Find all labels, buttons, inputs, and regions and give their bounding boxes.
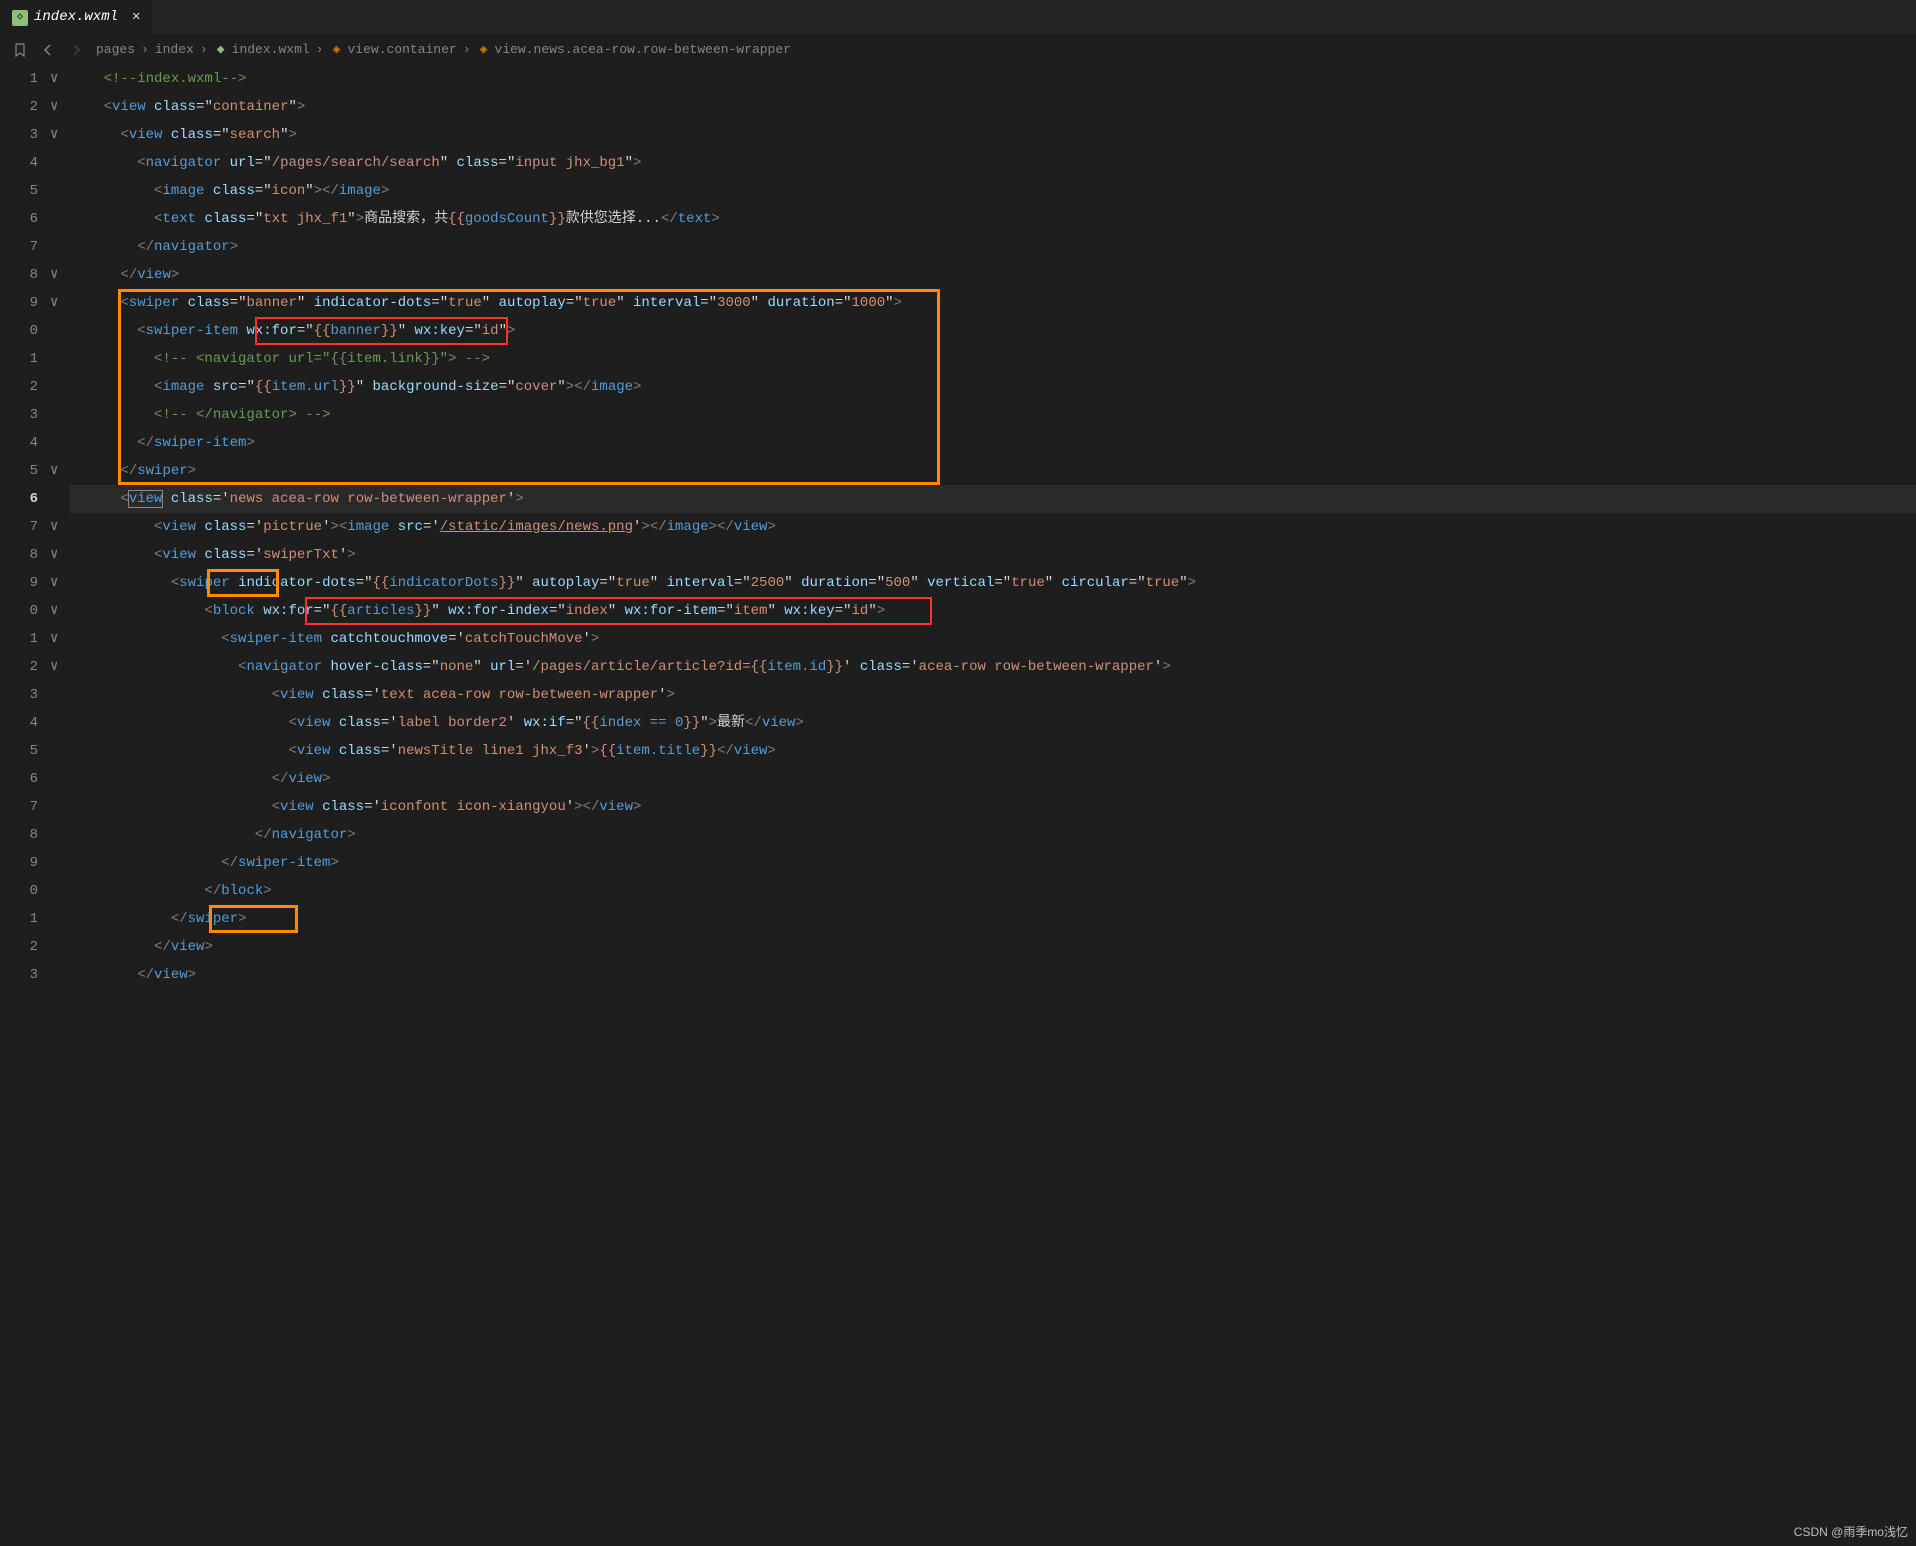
breadcrumb-item[interactable]: index xyxy=(155,40,194,61)
symbol-icon: ◈ xyxy=(329,43,343,57)
tab-title: index.wxml xyxy=(34,6,118,28)
breadcrumb-item[interactable]: pages xyxy=(96,40,135,61)
breadcrumb: pages › index › ◆ index.wxml › ◈ view.co… xyxy=(96,40,791,61)
file-icon: ◆ xyxy=(214,43,228,57)
bookmark-icon[interactable] xyxy=(12,42,28,58)
tab-bar: ◇ index.wxml ✕ xyxy=(0,0,1916,35)
code-editor[interactable]: 123456789012345678901234567890123 ∨∨∨∨∨∨… xyxy=(0,65,1916,989)
forward-icon xyxy=(68,42,84,58)
back-icon[interactable] xyxy=(40,42,56,58)
symbol-icon: ◈ xyxy=(477,43,491,57)
line-number-gutter: 123456789012345678901234567890123 xyxy=(0,65,50,989)
code-area[interactable]: <!--index.wxml--> <view class="container… xyxy=(70,65,1916,989)
breadcrumb-item[interactable]: ◈ view.container xyxy=(329,40,456,61)
wxml-file-icon: ◇ xyxy=(12,10,28,26)
fold-column: ∨∨∨∨∨∨∨∨∨∨∨∨ xyxy=(50,65,70,989)
file-tab[interactable]: ◇ index.wxml ✕ xyxy=(0,0,152,35)
breadcrumb-item[interactable]: ◈ view.news.acea-row.row-between-wrapper xyxy=(477,40,791,61)
watermark: CSDN @雨季mo浅忆 xyxy=(1794,1523,1908,1542)
breadcrumb-item[interactable]: ◆ index.wxml xyxy=(214,40,310,61)
nav-bar: pages › index › ◆ index.wxml › ◈ view.co… xyxy=(0,35,1916,65)
close-icon[interactable]: ✕ xyxy=(132,6,140,28)
